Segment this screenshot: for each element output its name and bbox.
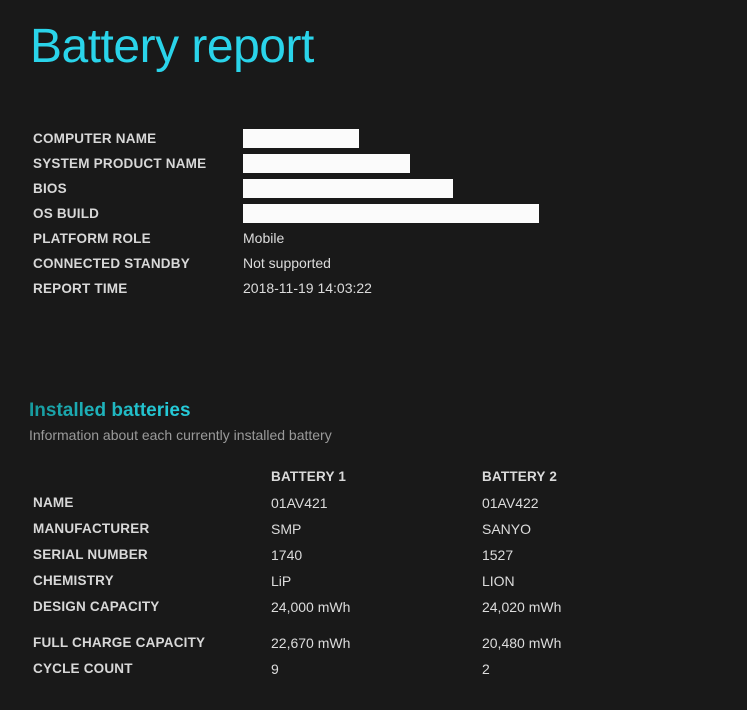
row-value-battery-2: 1527 [481,547,514,563]
system-info-table: COMPUTER NAME SYSTEM PRODUCT NAME BIOS O… [33,126,593,301]
redacted-value-bar [243,179,453,198]
row-label: DESIGN CAPACITY [33,599,160,614]
system-info-label: CONNECTED STANDBY [33,256,190,271]
table-header-row: BATTERY 1 BATTERY 2 [33,463,693,490]
system-info-label: REPORT TIME [33,281,128,296]
row-label: NAME [33,495,74,510]
row-value-battery-2: SANYO [481,521,531,537]
table-row: DESIGN CAPACITY 24,000 mWh 24,020 mWh [33,594,693,620]
table-row: FULL CHARGE CAPACITY 22,670 mWh 20,480 m… [33,620,693,656]
system-info-row-os-build: OS BUILD [33,201,593,226]
row-value-battery-2: 20,480 mWh [481,635,562,651]
system-info-label: OS BUILD [33,206,100,221]
system-info-value: Not supported [243,255,331,271]
row-value-battery-1: 01AV421 [271,495,328,511]
table-row: SERIAL NUMBER 1740 1527 [33,542,693,568]
system-info-label: BIOS [33,181,67,196]
system-info-row-bios: BIOS [33,176,593,201]
column-header-battery-1: BATTERY 1 [271,469,347,484]
table-row: NAME 01AV421 01AV422 [33,490,693,516]
row-label: FULL CHARGE CAPACITY [33,635,206,650]
row-value-battery-1: 9 [271,661,279,677]
table-body: NAME 01AV421 01AV422 MANUFACTURER SMP SA… [33,490,693,682]
row-value-battery-1: 22,670 mWh [271,635,351,651]
row-label: CHEMISTRY [33,573,114,588]
system-info-row-system-product-name: SYSTEM PRODUCT NAME [33,151,593,176]
redacted-value-bar [243,204,539,223]
row-value-battery-1: SMP [271,521,302,537]
page-title: Battery report [30,20,314,73]
section-title: Installed batteries [29,399,332,423]
table-row: CHEMISTRY LiP LION [33,568,693,594]
system-info-row-platform-role: PLATFORM ROLE Mobile [33,226,593,251]
table-row: MANUFACTURER SMP SANYO [33,516,693,542]
row-value-battery-2: 2 [481,661,490,677]
row-label: CYCLE COUNT [33,661,133,676]
installed-batteries-heading-group: Installed batteries Information about ea… [29,399,332,445]
column-header-battery-2: BATTERY 2 [481,469,558,484]
row-value-battery-1: LiP [271,573,292,589]
system-info-label: SYSTEM PRODUCT NAME [33,156,207,171]
system-info-label: PLATFORM ROLE [33,231,151,246]
system-info-row-report-time: REPORT TIME 2018-11-19 14:03:22 [33,276,593,301]
row-value-battery-1: 1740 [271,547,303,563]
row-value-battery-2: 01AV422 [481,495,539,511]
row-value-battery-1: 24,000 mWh [271,599,351,615]
row-label: MANUFACTURER [33,521,150,536]
system-info-row-connected-standby: CONNECTED STANDBY Not supported [33,251,593,276]
system-info-value: 2018-11-19 14:03:22 [243,280,372,296]
row-value-battery-2: 24,020 mWh [481,599,562,615]
table-row: CYCLE COUNT 9 2 [33,656,693,682]
table-header: BATTERY 1 BATTERY 2 [33,463,693,490]
row-value-battery-2: LION [481,573,515,589]
section-subtitle: Information about each currently install… [29,427,332,443]
redacted-value-bar [243,154,410,173]
redacted-value-bar [243,129,359,148]
system-info-row-computer-name: COMPUTER NAME [33,126,593,151]
installed-batteries-table: BATTERY 1 BATTERY 2 NAME 01AV421 01AV422… [33,463,693,682]
system-info-label: COMPUTER NAME [33,131,157,146]
column-header-blank [33,463,271,490]
row-label: SERIAL NUMBER [33,547,148,562]
battery-report-page: Battery report COMPUTER NAME SYSTEM PROD… [0,0,747,710]
system-info-value: Mobile [243,230,285,246]
